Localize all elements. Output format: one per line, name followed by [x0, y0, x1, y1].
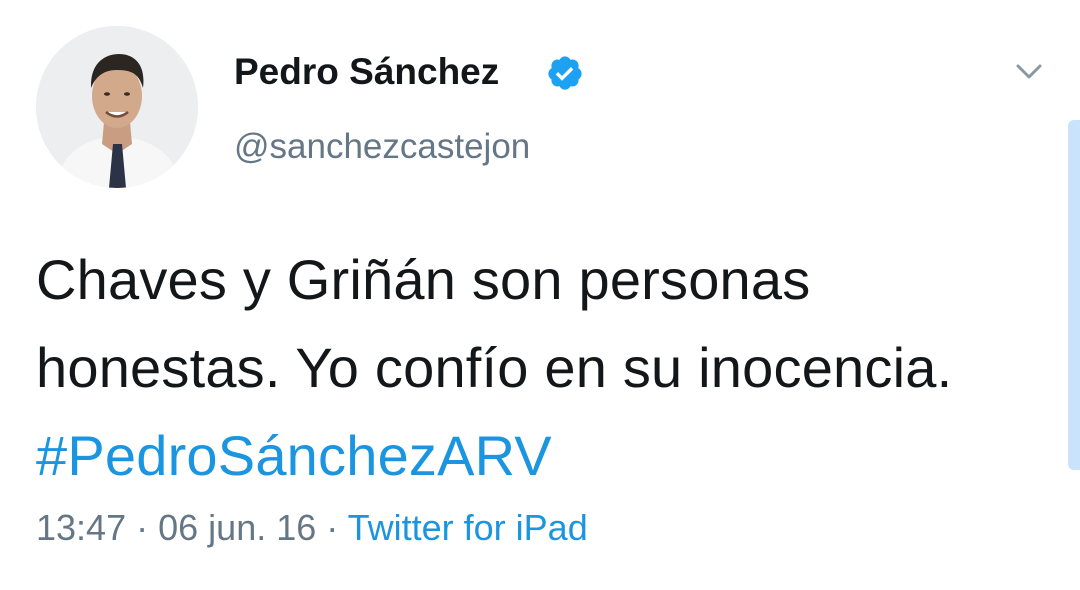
verified-badge-icon — [548, 56, 582, 90]
avatar-photo — [36, 26, 198, 188]
tweet-date[interactable]: 06 jun. 16 — [158, 507, 316, 548]
tweet-body: Chaves y Griñán son personas honestas. Y… — [36, 248, 953, 399]
meta-separator: · — [326, 507, 339, 548]
author-handle[interactable]: @sanchezcastejon — [234, 124, 530, 170]
tweet-meta: 13:47 · 06 jun. 16 · Twitter for iPad — [36, 504, 588, 552]
tweet: Pedro Sánchez @sanchezcastejon Chaves y … — [0, 0, 1080, 590]
chevron-down-icon[interactable] — [1010, 56, 1048, 86]
author-name[interactable]: Pedro Sánchez — [234, 48, 499, 96]
scrollbar[interactable] — [1068, 120, 1080, 470]
tweet-source[interactable]: Twitter for iPad — [348, 507, 588, 548]
tweet-text: Chaves y Griñán son personas honestas. Y… — [36, 236, 1036, 500]
avatar[interactable] — [36, 26, 198, 188]
tweet-time[interactable]: 13:47 — [36, 507, 126, 548]
hashtag-link[interactable]: #PedroSánchezARV — [36, 424, 552, 487]
meta-separator: · — [136, 507, 149, 548]
